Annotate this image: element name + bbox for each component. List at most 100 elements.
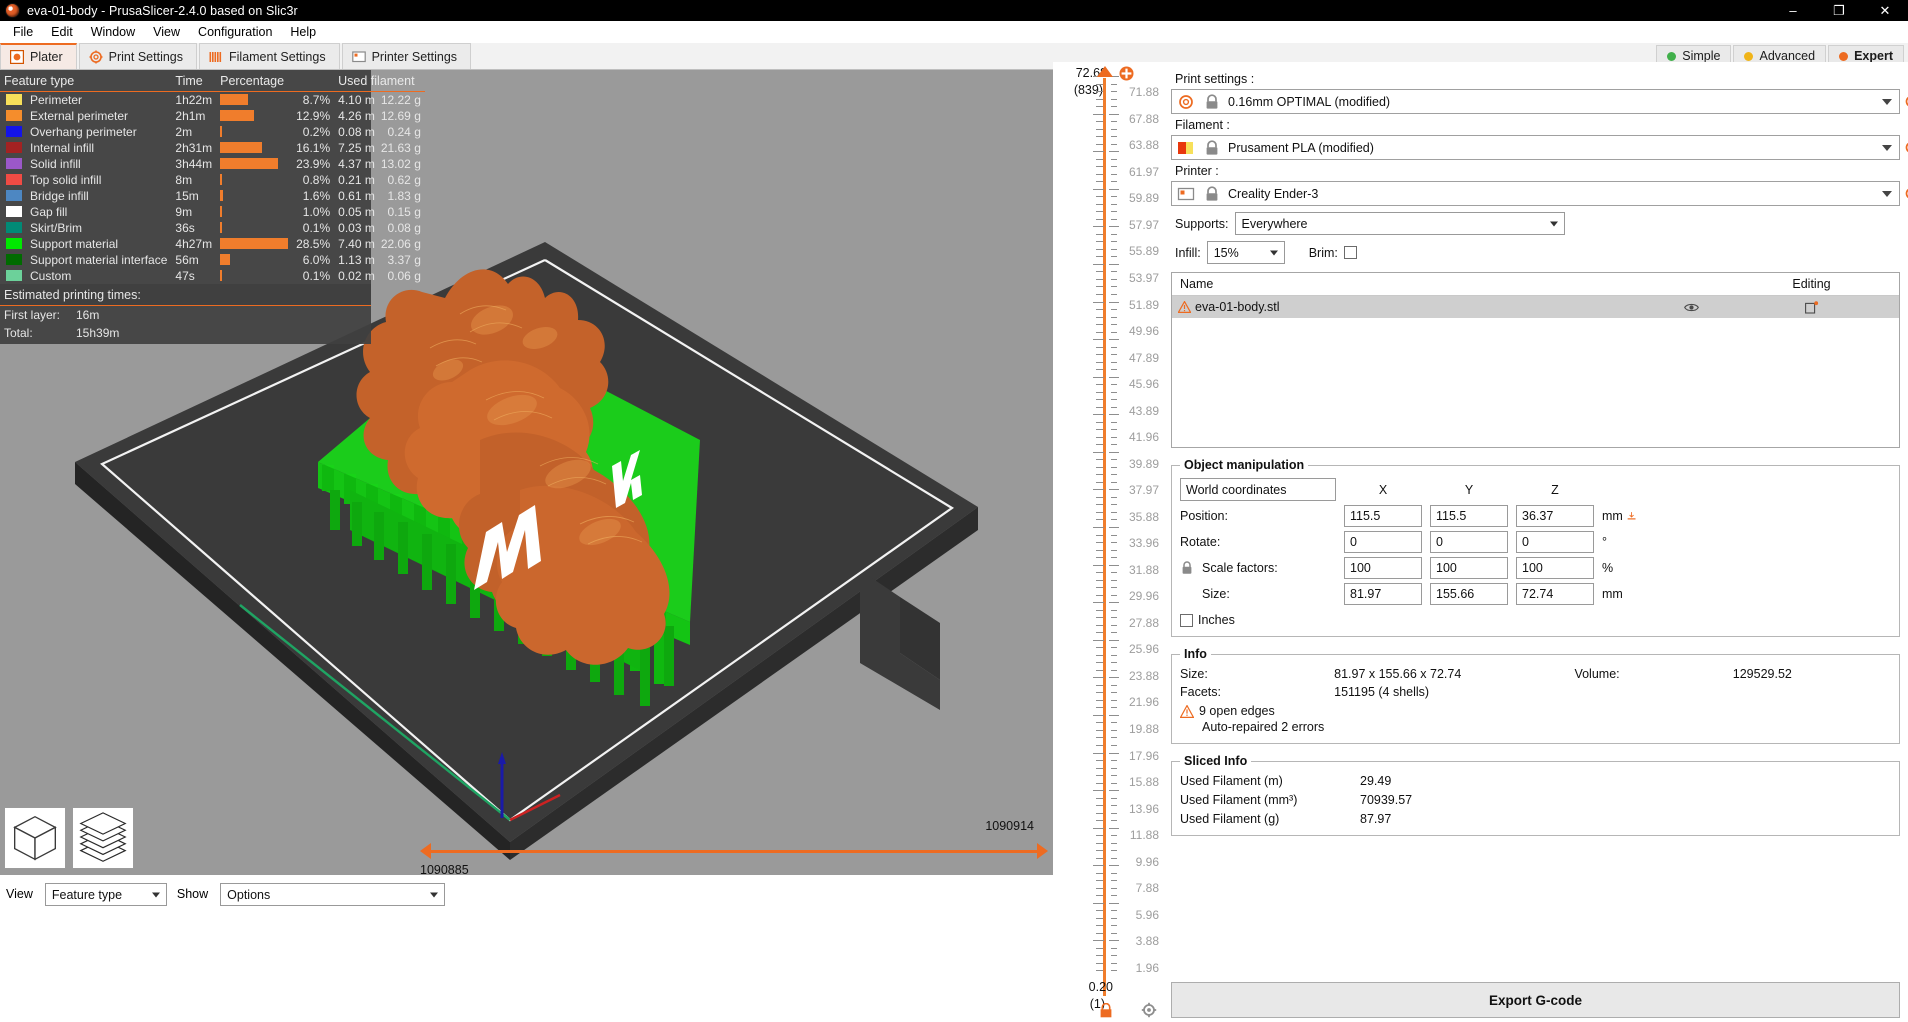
position-x-input[interactable]: 115.5 bbox=[1344, 505, 1422, 527]
menu-view[interactable]: View bbox=[144, 23, 189, 41]
layer-slider-tick bbox=[1093, 602, 1104, 603]
brim-checkbox[interactable] bbox=[1344, 246, 1357, 259]
menu-help[interactable]: Help bbox=[281, 23, 325, 41]
layer-slider-tick bbox=[1096, 843, 1103, 844]
color-swatch bbox=[6, 206, 22, 217]
print-settings-combo[interactable]: 0.16mm OPTIMAL (modified) bbox=[1171, 89, 1900, 114]
scale-y-input[interactable]: 100 bbox=[1430, 557, 1508, 579]
rotate-y-input[interactable]: 0 bbox=[1430, 531, 1508, 553]
layer-slider-tick bbox=[1093, 377, 1104, 378]
tab-printer-settings[interactable]: Printer Settings bbox=[342, 43, 471, 69]
drop-to-bed-icon[interactable] bbox=[1627, 509, 1636, 523]
hslider-right-arrow[interactable] bbox=[1037, 843, 1048, 859]
object-visibility-cell[interactable] bbox=[1658, 302, 1724, 313]
export-gcode-button[interactable]: Export G-code bbox=[1171, 982, 1900, 1018]
preview-layers-view-icon[interactable] bbox=[72, 807, 134, 869]
size-z-input[interactable]: 72.74 bbox=[1516, 583, 1594, 605]
horizontal-move-slider[interactable]: 1090914 1090885 bbox=[420, 833, 1048, 867]
legend-row[interactable]: Bridge infill15m1.6%0.61 m1.83 g bbox=[0, 188, 425, 204]
tab-plater[interactable]: Plater bbox=[0, 43, 77, 69]
inches-row: Inches bbox=[1180, 613, 1891, 627]
layer-slider-tick-label: 41.96 bbox=[1129, 430, 1159, 444]
object-editing-cell[interactable] bbox=[1724, 301, 1899, 314]
layer-slider-tick bbox=[1096, 256, 1103, 257]
legend-bar-cell bbox=[216, 220, 292, 236]
legend-used-meters: 0.08 m bbox=[334, 124, 377, 140]
menu-file[interactable]: File bbox=[4, 23, 42, 41]
hslider-track[interactable] bbox=[428, 850, 1040, 853]
layer-slider-tick-label: 53.97 bbox=[1129, 271, 1159, 285]
legend-row[interactable]: Support material interface56m6.0%1.13 m3… bbox=[0, 252, 425, 268]
position-y-input[interactable]: 115.5 bbox=[1430, 505, 1508, 527]
object-list[interactable]: Name Editing eva-01-body.stl bbox=[1171, 272, 1900, 448]
tab-filament-settings[interactable]: Filament Settings bbox=[199, 43, 340, 69]
legend-row[interactable]: Perimeter1h22m8.7%4.10 m12.22 g bbox=[0, 92, 425, 109]
tab-print-settings[interactable]: Print Settings bbox=[79, 43, 197, 69]
add-color-change-icon[interactable] bbox=[1119, 66, 1134, 81]
printer-combo[interactable]: Creality Ender-3 bbox=[1171, 181, 1900, 206]
legend-time: 4h27m bbox=[171, 236, 216, 252]
legend-row[interactable]: Solid infill3h44m23.9%4.37 m13.02 g bbox=[0, 156, 425, 172]
color-swatch bbox=[6, 254, 22, 265]
size-x-input[interactable]: 81.97 bbox=[1344, 583, 1422, 605]
3d-editor-view-icon[interactable] bbox=[4, 807, 66, 869]
rotate-z-input[interactable]: 0 bbox=[1516, 531, 1594, 553]
position-z-input[interactable]: 36.37 bbox=[1516, 505, 1594, 527]
layer-slider-upper-handle[interactable] bbox=[1097, 66, 1113, 77]
minimize-button[interactable]: – bbox=[1770, 0, 1816, 21]
menu-configuration[interactable]: Configuration bbox=[189, 23, 281, 41]
layer-slider-tick bbox=[1096, 204, 1103, 205]
close-button[interactable]: ✕ bbox=[1862, 0, 1908, 21]
sliced-info-value: 29.49 bbox=[1360, 774, 1891, 788]
layer-slider-tick bbox=[1096, 557, 1103, 558]
menu-window[interactable]: Window bbox=[82, 23, 144, 41]
uniform-scale-lock-icon[interactable] bbox=[1180, 560, 1194, 576]
legend-row[interactable]: External perimeter2h1m12.9%4.26 m12.69 g bbox=[0, 108, 425, 124]
layer-slider-tick bbox=[1096, 542, 1103, 543]
layer-slider-tick bbox=[1096, 722, 1103, 723]
legend-row[interactable]: Skirt/Brim36s0.1%0.03 m0.08 g bbox=[0, 220, 425, 236]
eye-icon[interactable] bbox=[1684, 302, 1699, 313]
table-row[interactable]: eva-01-body.stl bbox=[1172, 296, 1899, 318]
print-settings-gear-icon[interactable] bbox=[1903, 93, 1908, 110]
legend-row[interactable]: Internal infill2h31m16.1%7.25 m21.63 g bbox=[0, 140, 425, 156]
legend-used-grams: 0.24 g bbox=[377, 124, 425, 140]
layer-slider-tick-label: 5.96 bbox=[1136, 908, 1159, 922]
show-dropdown[interactable]: Options bbox=[220, 883, 445, 906]
legend-feature-name: Top solid infill bbox=[26, 172, 171, 188]
scale-z-input[interactable]: 100 bbox=[1516, 557, 1594, 579]
legend-row[interactable]: Overhang perimeter2m0.2%0.08 m0.24 g bbox=[0, 124, 425, 140]
legend-bar-cell bbox=[216, 140, 292, 156]
filament-gear-icon[interactable] bbox=[1903, 139, 1908, 156]
filament-combo[interactable]: Prusament PLA (modified) bbox=[1171, 135, 1900, 160]
legend-row[interactable]: Custom47s0.1%0.02 m0.06 g bbox=[0, 268, 425, 284]
infill-row: Infill: 15% Brim: bbox=[1175, 241, 1900, 264]
lock-icon[interactable] bbox=[1099, 1003, 1113, 1018]
3d-viewport[interactable]: Feature type Time Percentage Used filame… bbox=[0, 70, 1053, 875]
layer-slider-tick bbox=[1096, 519, 1103, 520]
coordinate-system-dropdown[interactable]: World coordinates bbox=[1180, 478, 1336, 501]
legend-row[interactable]: Support material4h27m28.5%7.40 m22.06 g bbox=[0, 236, 425, 252]
layer-slider-tick bbox=[1096, 910, 1103, 911]
gear-icon[interactable] bbox=[1141, 1002, 1157, 1018]
view-dropdown[interactable]: Feature type bbox=[45, 883, 167, 906]
printer-gear-icon[interactable] bbox=[1903, 185, 1908, 202]
size-y-input[interactable]: 155.66 bbox=[1430, 583, 1508, 605]
rotate-x-input[interactable]: 0 bbox=[1344, 531, 1422, 553]
editing-icon[interactable] bbox=[1805, 301, 1819, 314]
scale-x-input[interactable]: 100 bbox=[1344, 557, 1422, 579]
legend-used-meters: 4.37 m bbox=[334, 156, 377, 172]
maximize-button[interactable]: ❐ bbox=[1816, 0, 1862, 21]
legend-row[interactable]: Top solid infill8m0.8%0.21 m0.62 g bbox=[0, 172, 425, 188]
menu-edit[interactable]: Edit bbox=[42, 23, 82, 41]
layer-slider-tick bbox=[1096, 181, 1103, 182]
layer-slider[interactable]: 72.68 (839) 71.8867.8863.8861.9759.8957.… bbox=[1053, 62, 1165, 1022]
infill-dropdown[interactable]: 15% bbox=[1207, 241, 1285, 264]
layer-slider-tick bbox=[1096, 174, 1103, 175]
supports-dropdown[interactable]: Everywhere bbox=[1235, 212, 1565, 235]
legend-row[interactable]: Gap fill9m1.0%0.05 m0.15 g bbox=[0, 204, 425, 220]
legend-percentage: 12.9% bbox=[292, 108, 334, 124]
layer-slider-tick bbox=[1096, 670, 1103, 671]
inches-checkbox[interactable] bbox=[1180, 614, 1193, 627]
axis-header-y: Y bbox=[1430, 483, 1508, 497]
